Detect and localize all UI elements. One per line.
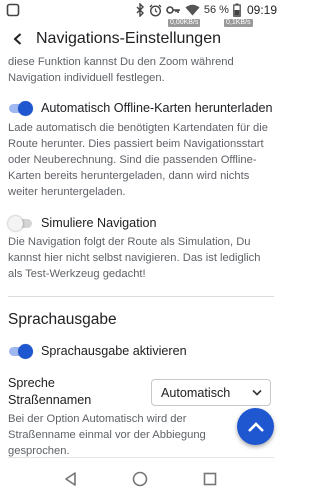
voice-section-title: Sprachausgabe: [8, 311, 117, 328]
voice-enable-toggle[interactable]: [8, 343, 33, 359]
street-names-select-value: Automatisch: [161, 385, 231, 400]
street-names-description: Bei der Option Automatisch wird der Stra…: [8, 413, 206, 457]
app-bar: Navigations-Einstellungen: [0, 26, 281, 52]
nav-home-icon: [133, 471, 148, 487]
simulate-label: Simuliere Navigation: [41, 216, 157, 230]
alarm-icon: [149, 3, 162, 17]
battery-icon: [233, 3, 241, 17]
simulate-setting[interactable]: Simuliere Navigation: [8, 213, 274, 233]
voice-enable-setting[interactable]: Sprachausgabe aktivieren: [8, 341, 274, 361]
simulate-description: Die Navigation folgt der Route als Simul…: [8, 236, 261, 280]
offline-maps-description: Lade automatisch die benötigten Kartenda…: [8, 122, 268, 198]
scroll-to-top-button[interactable]: [237, 408, 274, 445]
offline-maps-label: Automatisch Offline-Karten herunterladen: [41, 101, 273, 115]
clock: 09:19: [246, 3, 277, 17]
nav-back-button[interactable]: [59, 467, 83, 491]
back-arrow-icon: [13, 33, 22, 45]
nav-back-icon: [65, 472, 76, 486]
notification-icon: [6, 3, 20, 17]
chevron-down-icon: [252, 389, 262, 396]
offline-maps-setting[interactable]: Automatisch Offline-Karten herunterladen: [8, 98, 274, 118]
offline-maps-toggle[interactable]: [8, 100, 33, 116]
key-icon: [166, 3, 181, 17]
page-title: Navigations-Einstellungen: [36, 30, 221, 47]
voice-enable-label: Sprachausgabe aktivieren: [41, 344, 187, 358]
nav-recents-button[interactable]: [198, 467, 222, 491]
wifi-icon: [185, 3, 200, 17]
system-nav-bar: [0, 458, 281, 500]
nav-home-button[interactable]: [128, 467, 152, 491]
street-names-select[interactable]: Automatisch: [151, 379, 271, 406]
status-bar: 56 % 09:19 0,00KB/s 0,1KB/s: [0, 0, 281, 27]
simulate-toggle[interactable]: [8, 215, 33, 231]
bluetooth-icon: [135, 3, 145, 17]
chevron-up-icon: [247, 421, 264, 432]
battery-percent: 56 %: [203, 4, 229, 16]
intro-description: diese Funktion kannst Du den Zoom währen…: [8, 56, 234, 84]
back-button[interactable]: [0, 26, 36, 52]
divider: [8, 296, 274, 297]
nav-recents-icon: [203, 472, 217, 486]
